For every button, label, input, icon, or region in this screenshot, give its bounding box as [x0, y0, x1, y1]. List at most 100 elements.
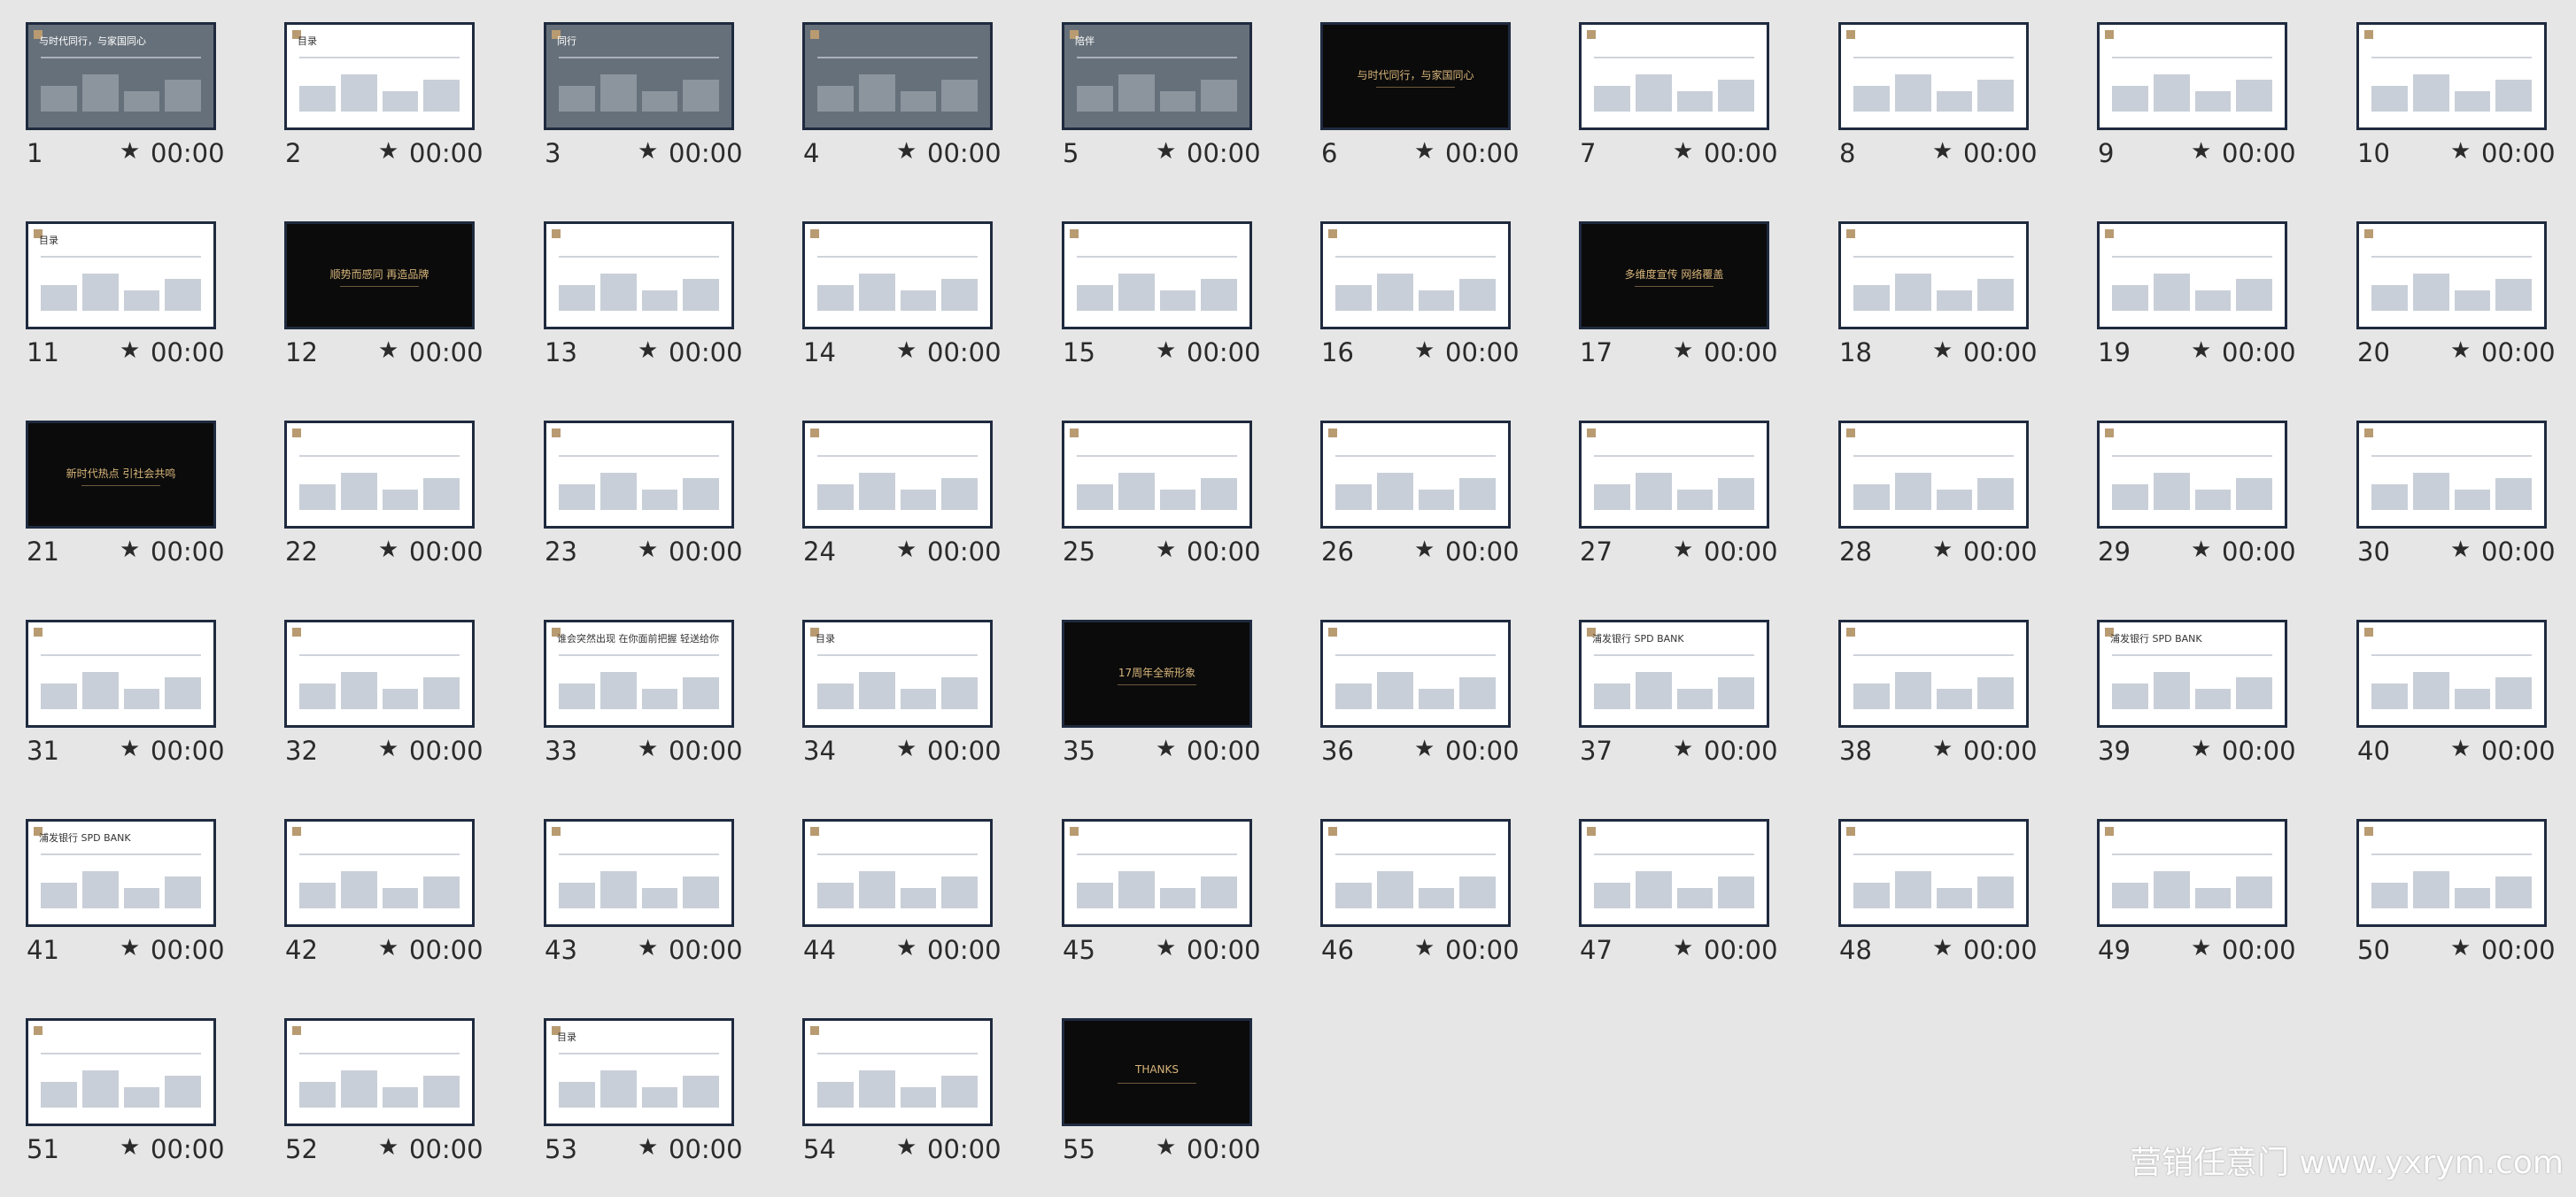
slide-tile[interactable]: 8 ★ 00:00: [1813, 0, 2052, 177]
slide-tile[interactable]: 49 ★ 00:00: [2071, 797, 2310, 974]
slide-tile[interactable]: 52 ★ 00:00: [259, 996, 498, 1173]
slide-tile[interactable]: 陪伴 5 ★ 00:00: [1036, 0, 1275, 177]
slide-tile[interactable]: THANKS 55 ★ 00:00: [1036, 996, 1275, 1173]
slide-thumbnail[interactable]: [802, 421, 993, 529]
slide-tile[interactable]: 16 ★ 00:00: [1295, 199, 1534, 376]
slide-thumbnail[interactable]: 17周年全新形象: [1062, 620, 1252, 728]
slide-thumbnail[interactable]: [1838, 819, 2029, 927]
slide-tile[interactable]: 24 ★ 00:00: [777, 398, 1016, 575]
slide-thumbnail[interactable]: [544, 819, 734, 927]
slide-tile[interactable]: 15 ★ 00:00: [1036, 199, 1275, 376]
slide-thumbnail[interactable]: 目录: [26, 221, 216, 329]
slide-tile[interactable]: 14 ★ 00:00: [777, 199, 1016, 376]
slide-tile[interactable]: 29 ★ 00:00: [2071, 398, 2310, 575]
slide-thumbnail[interactable]: 多维度宣传 网络覆盖: [1579, 221, 1769, 329]
slide-thumbnail[interactable]: 目录: [802, 620, 993, 728]
slide-thumbnail[interactable]: [26, 1018, 216, 1126]
slide-tile[interactable]: 38 ★ 00:00: [1813, 598, 2052, 775]
slide-tile[interactable]: 40 ★ 00:00: [2331, 598, 2570, 775]
slide-tile[interactable]: 26 ★ 00:00: [1295, 398, 1534, 575]
slide-tile[interactable]: 43 ★ 00:00: [518, 797, 757, 974]
slide-tile[interactable]: 23 ★ 00:00: [518, 398, 757, 575]
slide-thumbnail[interactable]: 新时代热点 引社会共鸣: [26, 421, 216, 529]
slide-thumbnail[interactable]: [2356, 620, 2547, 728]
slide-tile[interactable]: 46 ★ 00:00: [1295, 797, 1534, 974]
slide-thumbnail[interactable]: 同行: [544, 22, 734, 130]
slide-tile[interactable]: 54 ★ 00:00: [777, 996, 1016, 1173]
slide-thumbnail[interactable]: [1838, 221, 2029, 329]
slide-tile[interactable]: 20 ★ 00:00: [2331, 199, 2570, 376]
slide-thumbnail[interactable]: [1838, 620, 2029, 728]
slide-thumbnail[interactable]: [802, 221, 993, 329]
slide-thumbnail[interactable]: [802, 819, 993, 927]
slide-tile[interactable]: 31 ★ 00:00: [0, 598, 239, 775]
slide-thumbnail[interactable]: 浦发银行 SPD BANK: [1579, 620, 1769, 728]
slide-thumbnail[interactable]: [2356, 221, 2547, 329]
slide-thumbnail[interactable]: 谁会突然出现 在你面前把握 轻送给你: [544, 620, 734, 728]
slide-thumbnail[interactable]: [284, 1018, 475, 1126]
slide-tile[interactable]: 顺势而感同 再造品牌 12 ★ 00:00: [259, 199, 498, 376]
slide-thumbnail[interactable]: [802, 22, 993, 130]
slide-thumbnail[interactable]: [1579, 819, 1769, 927]
slide-tile[interactable]: 多维度宣传 网络覆盖 17 ★ 00:00: [1553, 199, 1792, 376]
slide-thumbnail[interactable]: [1838, 22, 2029, 130]
slide-tile[interactable]: 9 ★ 00:00: [2071, 0, 2310, 177]
slide-tile[interactable]: 42 ★ 00:00: [259, 797, 498, 974]
slide-tile[interactable]: 4 ★ 00:00: [777, 0, 1016, 177]
slide-tile[interactable]: 25 ★ 00:00: [1036, 398, 1275, 575]
slide-tile[interactable]: 浦发银行 SPD BANK 39 ★ 00:00: [2071, 598, 2310, 775]
slide-thumbnail[interactable]: [2097, 819, 2287, 927]
slide-thumbnail[interactable]: [1579, 22, 1769, 130]
slide-thumbnail[interactable]: 目录: [284, 22, 475, 130]
slide-tile[interactable]: 47 ★ 00:00: [1553, 797, 1792, 974]
slide-tile[interactable]: 32 ★ 00:00: [259, 598, 498, 775]
slide-thumbnail[interactable]: 陪伴: [1062, 22, 1252, 130]
slide-thumbnail[interactable]: 目录: [544, 1018, 734, 1126]
slide-thumbnail[interactable]: [26, 620, 216, 728]
slide-thumbnail[interactable]: [2356, 22, 2547, 130]
slide-thumbnail[interactable]: [1062, 421, 1252, 529]
slide-tile[interactable]: 谁会突然出现 在你面前把握 轻送给你 33 ★ 00:00: [518, 598, 757, 775]
slide-thumbnail[interactable]: [802, 1018, 993, 1126]
slide-thumbnail[interactable]: [1838, 421, 2029, 529]
slide-thumbnail[interactable]: [2356, 819, 2547, 927]
slide-tile[interactable]: 50 ★ 00:00: [2331, 797, 2570, 974]
slide-tile[interactable]: 13 ★ 00:00: [518, 199, 757, 376]
slide-tile[interactable]: 44 ★ 00:00: [777, 797, 1016, 974]
slide-thumbnail[interactable]: [284, 819, 475, 927]
slide-thumbnail[interactable]: [544, 221, 734, 329]
slide-tile[interactable]: 目录 2 ★ 00:00: [259, 0, 498, 177]
slide-tile[interactable]: 18 ★ 00:00: [1813, 199, 2052, 376]
slide-thumbnail[interactable]: 浦发银行 SPD BANK: [2097, 620, 2287, 728]
slide-tile[interactable]: 同行 3 ★ 00:00: [518, 0, 757, 177]
slide-thumbnail[interactable]: [1062, 221, 1252, 329]
slide-tile[interactable]: 目录 34 ★ 00:00: [777, 598, 1016, 775]
slide-thumbnail[interactable]: [1320, 221, 1511, 329]
slide-thumbnail[interactable]: [284, 421, 475, 529]
slide-thumbnail[interactable]: [1062, 819, 1252, 927]
slide-thumbnail[interactable]: [2097, 421, 2287, 529]
slide-thumbnail[interactable]: [1320, 819, 1511, 927]
slide-thumbnail[interactable]: [284, 620, 475, 728]
slide-tile[interactable]: 浦发银行 SPD BANK 37 ★ 00:00: [1553, 598, 1792, 775]
slide-thumbnail[interactable]: [544, 421, 734, 529]
slide-tile[interactable]: 36 ★ 00:00: [1295, 598, 1534, 775]
slide-tile[interactable]: 浦发银行 SPD BANK 41 ★ 00:00: [0, 797, 239, 974]
slide-thumbnail[interactable]: 浦发银行 SPD BANK: [26, 819, 216, 927]
slide-tile[interactable]: 48 ★ 00:00: [1813, 797, 2052, 974]
slide-thumbnail[interactable]: 顺势而感同 再造品牌: [284, 221, 475, 329]
slide-thumbnail[interactable]: [2097, 221, 2287, 329]
slide-tile[interactable]: 19 ★ 00:00: [2071, 199, 2310, 376]
slide-thumbnail[interactable]: [2097, 22, 2287, 130]
slide-thumbnail[interactable]: [1579, 421, 1769, 529]
slide-thumbnail[interactable]: THANKS: [1062, 1018, 1252, 1126]
slide-thumbnail[interactable]: [1320, 620, 1511, 728]
slide-tile[interactable]: 与时代同行，与家国同心 1 ★ 00:00: [0, 0, 239, 177]
slide-tile[interactable]: 51 ★ 00:00: [0, 996, 239, 1173]
slide-tile[interactable]: 22 ★ 00:00: [259, 398, 498, 575]
slide-tile[interactable]: 7 ★ 00:00: [1553, 0, 1792, 177]
slide-tile[interactable]: 10 ★ 00:00: [2331, 0, 2570, 177]
slide-tile[interactable]: 目录 11 ★ 00:00: [0, 199, 239, 376]
slide-tile[interactable]: 27 ★ 00:00: [1553, 398, 1792, 575]
slide-tile[interactable]: 28 ★ 00:00: [1813, 398, 2052, 575]
